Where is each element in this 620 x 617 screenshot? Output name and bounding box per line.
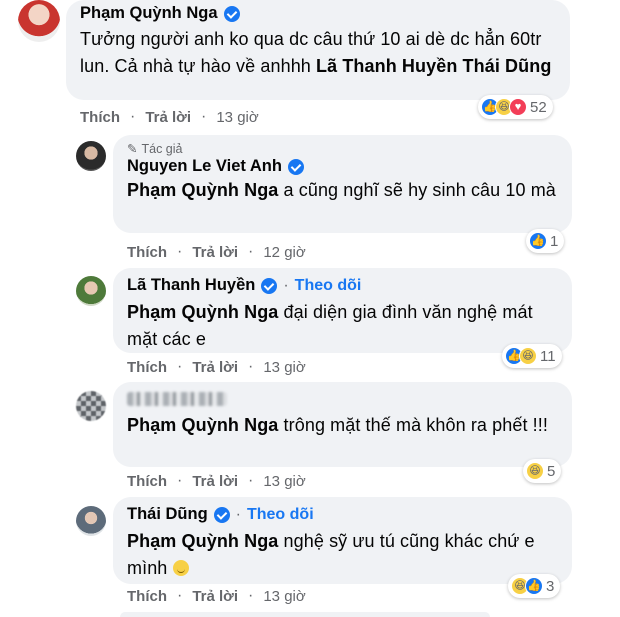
like-button[interactable]: Thích — [127, 359, 167, 376]
comment-author-line: Thái Dũng · Theo dõi — [127, 505, 558, 524]
separator: · — [235, 505, 241, 523]
comment-timestamp[interactable]: 13 giờ — [263, 473, 305, 490]
reply-button[interactable]: Trả lời — [145, 109, 191, 126]
avatar[interactable] — [18, 0, 60, 42]
haha-icon: 😆 — [519, 347, 537, 365]
comment-bubble: Phạm Quỳnh Nga Tưởng người anh ko qua dc… — [66, 0, 570, 100]
reply-button[interactable]: Trả lời — [192, 244, 238, 261]
mention-link[interactable]: Phạm Quỳnh Nga — [127, 180, 278, 200]
comment-author-line: Nguyen Le Viet Anh — [127, 157, 558, 176]
like-icon: 👍 — [525, 577, 543, 595]
comment-text: Tưởng người anh ko qua dc câu thứ 10 ai … — [80, 26, 556, 80]
comment-bubble: ✎ Tác giả Nguyen Le Viet Anh Phạm Quỳnh … — [113, 135, 572, 233]
separator: · — [177, 243, 183, 260]
comment-body: trông mặt thế mà khôn ra phết !!! — [278, 415, 548, 435]
verified-icon — [223, 5, 240, 22]
comment-author[interactable]: Thái Dũng — [127, 505, 208, 524]
mention-link[interactable]: Phạm Quỳnh Nga — [127, 531, 278, 551]
haha-icon: 😆 — [526, 462, 544, 480]
next-comment-bubble — [120, 612, 490, 617]
reaction-summary[interactable]: 😆 👍 3 — [508, 574, 561, 598]
comment-actions: Thích · Trả lời · 13 giờ — [127, 472, 306, 490]
like-button[interactable]: Thích — [127, 244, 167, 261]
verified-icon — [287, 158, 304, 175]
separator: · — [248, 472, 254, 489]
reaction-summary[interactable]: 👍 😆 ♥ 52 — [478, 95, 553, 119]
reaction-count: 52 — [530, 98, 547, 116]
reply-button[interactable]: Trả lời — [192, 588, 238, 605]
love-icon: ♥ — [509, 98, 527, 116]
author-badge-label: Tác giả — [141, 141, 183, 156]
comment-thread: Phạm Quỳnh Nga Tưởng người anh ko qua dc… — [0, 0, 620, 617]
comment-author[interactable]: Lã Thanh Huyền — [127, 276, 255, 295]
separator: · — [201, 108, 207, 125]
comment-text: Phạm Quỳnh Nga đại diện gia đình văn ngh… — [127, 299, 558, 353]
reaction-count: 3 — [546, 577, 555, 595]
comment-author-line: Phạm Quỳnh Nga — [80, 4, 556, 23]
reaction-summary[interactable]: 👍 😆 11 — [502, 344, 562, 368]
follow-button[interactable]: Theo dõi — [247, 506, 314, 524]
comment-actions: Thích · Trả lời · 13 giờ — [127, 358, 306, 376]
separator: · — [177, 587, 183, 604]
avatar[interactable] — [76, 506, 106, 536]
avatar[interactable] — [76, 276, 106, 306]
verified-icon — [261, 277, 278, 294]
comment-body: a cũng nghĩ sẽ hy sinh câu 10 mà — [278, 180, 556, 200]
reaction-count: 1 — [550, 232, 559, 250]
reaction-count: 11 — [540, 347, 556, 365]
comment-bubble: Lã Thanh Huyền · Theo dõi Phạm Quỳnh Nga… — [113, 268, 572, 353]
tagged-names[interactable]: Lã Thanh Huyền Thái Dũng — [316, 56, 551, 76]
like-button[interactable]: Thích — [127, 473, 167, 490]
comment-bubble: Thái Dũng · Theo dõi Phạm Quỳnh Nga nghệ… — [113, 497, 572, 584]
like-icon: 👍 — [529, 232, 547, 250]
comment-timestamp[interactable]: 13 giờ — [263, 588, 305, 605]
separator: · — [248, 358, 254, 375]
verified-icon — [213, 506, 230, 523]
avatar[interactable] — [76, 141, 106, 171]
comment-timestamp[interactable]: 13 giờ — [263, 359, 305, 376]
comment-author[interactable]: Nguyen Le Viet Anh — [127, 157, 282, 176]
like-button[interactable]: Thích — [80, 109, 120, 126]
smiley-emoji-icon — [172, 560, 189, 576]
comment-text: Phạm Quỳnh Nga trông mặt thế mà khôn ra … — [127, 412, 558, 439]
reaction-count: 5 — [547, 462, 556, 480]
comment-text: Phạm Quỳnh Nga nghệ sỹ ưu tú cũng khác c… — [127, 528, 558, 582]
comment-text: Phạm Quỳnh Nga a cũng nghĩ sẽ hy sinh câ… — [127, 177, 558, 204]
reply-button[interactable]: Trả lời — [192, 359, 238, 376]
follow-button[interactable]: Theo dõi — [295, 277, 362, 295]
comment-author[interactable]: Phạm Quỳnh Nga — [80, 4, 218, 23]
separator: · — [177, 472, 183, 489]
redacted-author — [127, 392, 227, 406]
comment-timestamp[interactable]: 13 giờ — [216, 109, 258, 126]
separator: · — [130, 108, 136, 125]
comment-actions: Thích · Trả lời · 13 giờ — [127, 587, 306, 605]
reaction-summary[interactable]: 😆 5 — [523, 459, 562, 483]
comment-author-line: Lã Thanh Huyền · Theo dõi — [127, 276, 558, 295]
comment-author-line — [127, 392, 558, 406]
reaction-summary[interactable]: 👍 1 — [526, 229, 565, 253]
reply-button[interactable]: Trả lời — [192, 473, 238, 490]
comment-bubble: Phạm Quỳnh Nga trông mặt thế mà khôn ra … — [113, 382, 572, 467]
comment-actions: Thích · Trả lời · 12 giờ — [127, 243, 306, 261]
comment-actions: Thích · Trả lời · 13 giờ — [80, 108, 259, 126]
mention-link[interactable]: Phạm Quỳnh Nga — [127, 302, 278, 322]
comment-timestamp[interactable]: 12 giờ — [263, 244, 305, 261]
separator: · — [248, 587, 254, 604]
separator: · — [283, 276, 289, 294]
mention-link[interactable]: Phạm Quỳnh Nga — [127, 415, 278, 435]
like-button[interactable]: Thích — [127, 588, 167, 605]
separator: · — [177, 358, 183, 375]
separator: · — [248, 243, 254, 260]
author-badge: ✎ Tác giả — [127, 141, 558, 157]
avatar[interactable] — [76, 391, 106, 421]
pencil-icon: ✎ — [127, 142, 138, 156]
